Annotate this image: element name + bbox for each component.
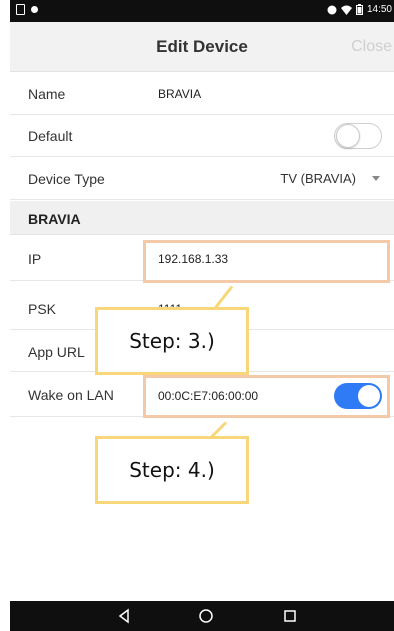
home-icon[interactable] — [198, 608, 214, 624]
name-row: Name BRAVIA — [10, 73, 394, 115]
data-sync-icon — [327, 5, 337, 14]
wifi-icon — [340, 5, 352, 15]
wake-on-lan-label: Wake on LAN — [28, 387, 114, 403]
default-label: Default — [28, 128, 73, 144]
navigation-bar — [10, 601, 394, 631]
chevron-down-icon[interactable] — [372, 176, 380, 181]
recents-icon[interactable] — [282, 608, 298, 624]
status-bar: 14:50 — [10, 0, 394, 22]
screenshot-icon — [16, 4, 25, 15]
notification-dot-icon — [31, 6, 38, 13]
name-field[interactable]: BRAVIA — [158, 87, 201, 101]
close-button[interactable]: Close — [351, 38, 392, 56]
step4-callout: Step: 4.) — [95, 436, 249, 504]
app-url-label: App URL — [28, 344, 85, 360]
page-title: Edit Device — [156, 37, 248, 56]
status-time: 14:50 — [366, 4, 392, 15]
section-header: BRAVIA — [10, 201, 394, 235]
toggle-knob — [336, 124, 360, 148]
default-toggle[interactable] — [334, 123, 382, 149]
app-header: Edit Device Close — [10, 22, 394, 72]
name-label: Name — [28, 86, 66, 102]
psk-label: PSK — [28, 301, 57, 317]
device-type-label: Device Type — [28, 171, 105, 187]
ip-label: IP — [28, 251, 42, 267]
back-icon[interactable] — [116, 608, 132, 624]
device-type-row: Device Type TV (BRAVIA) — [10, 157, 394, 200]
ip-highlight-box — [143, 240, 390, 283]
default-row: Default — [10, 115, 394, 157]
battery-icon — [355, 4, 363, 15]
section-title: BRAVIA — [28, 211, 81, 227]
step3-callout: Step: 3.) — [95, 307, 249, 375]
wake-on-lan-highlight-box — [143, 375, 390, 418]
device-type-select[interactable]: TV (BRAVIA) — [280, 171, 356, 186]
